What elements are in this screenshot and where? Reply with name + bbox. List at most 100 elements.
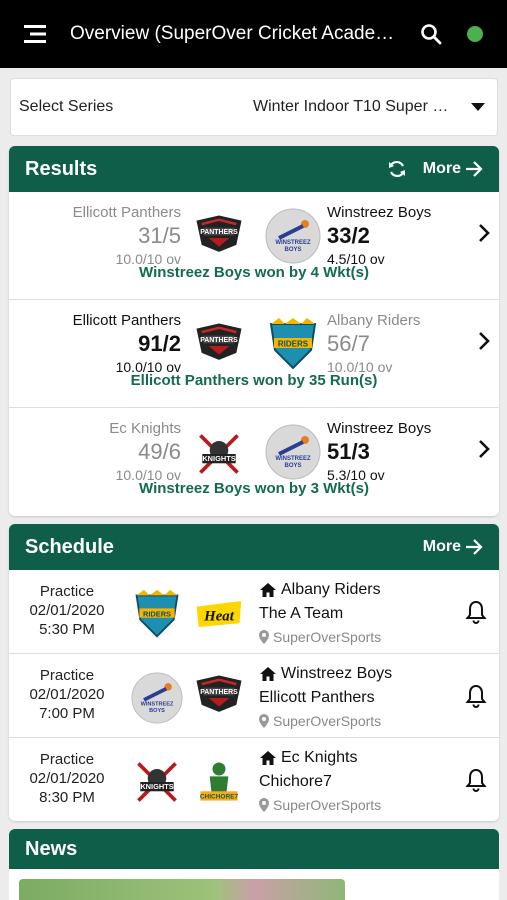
chevron-right-icon[interactable] xyxy=(477,438,491,460)
team2-block: Winstreez Boys 33/2 4.5/10 ov xyxy=(327,204,431,268)
venue: SuperOverSports xyxy=(259,794,381,816)
svg-text:WINSTREEZ: WINSTREEZ xyxy=(275,240,311,246)
home-team-logo: WINSTREEZ BOYS xyxy=(131,672,183,729)
chevron-right-icon[interactable] xyxy=(477,330,491,352)
event-date: 02/01/2020 xyxy=(29,686,105,703)
away-team: The A Team xyxy=(259,602,381,626)
knights-logo: KNIGHTS xyxy=(199,434,239,474)
schedule-teams: Winstreez Boys Ellicott Panthers SuperOv… xyxy=(259,662,392,732)
team2-block: Winstreez Boys 51/3 5.3/10 ov xyxy=(327,420,431,484)
arrow-right-icon[interactable] xyxy=(465,539,483,555)
panthers-logo: PANTHERS xyxy=(196,323,242,360)
schedule-row[interactable]: Practice 02/01/2020 7:00 PM WINSTREEZ BO… xyxy=(9,654,499,738)
bell-icon[interactable] xyxy=(465,600,487,624)
svg-text:BOYS: BOYS xyxy=(149,708,165,714)
search-button[interactable] xyxy=(411,0,451,68)
result-row[interactable]: Ellicott Panthers 91/2 10.0/10 ov PANTHE… xyxy=(9,300,499,408)
schedule-more-link[interactable]: More xyxy=(423,538,461,556)
team1-block: Ellicott Panthers 91/2 10.0/10 ov xyxy=(73,312,181,376)
news-image[interactable] xyxy=(19,879,345,900)
match-result-text: Ellicott Panthers won by 35 Run(s) xyxy=(130,372,378,389)
knights-logo: KNIGHTS xyxy=(137,762,177,802)
event-date: 02/01/2020 xyxy=(29,602,105,619)
event-time: 8:30 PM xyxy=(39,789,95,806)
team2-logo: WINSTREEZ BOYS xyxy=(265,424,321,485)
search-icon xyxy=(421,24,442,45)
venue-name: SuperOverSports xyxy=(273,713,382,729)
away-team-name: Chichore7 xyxy=(259,773,332,790)
dropdown-caret-icon xyxy=(471,103,485,111)
svg-text:KNIGHTS: KNIGHTS xyxy=(140,782,173,791)
schedule-when: Practice 02/01/2020 8:30 PM xyxy=(9,750,125,807)
event-type: Practice xyxy=(39,583,95,600)
away-team-logo: CHICHORE7 xyxy=(193,756,245,813)
venue-name: SuperOverSports xyxy=(273,797,382,813)
home-team-name: Ec Knights xyxy=(281,749,358,766)
schedule-header: Schedule More xyxy=(9,524,499,570)
match-result-text: Winstreez Boys won by 3 Wkt(s) xyxy=(139,480,369,497)
venue-name: SuperOverSports xyxy=(273,629,382,645)
page-title: Overview (SuperOver Cricket Academy) xyxy=(70,23,407,44)
menu-button[interactable] xyxy=(0,0,70,68)
panthers-logo: PANTHERS xyxy=(196,675,242,712)
series-value: Winter Indoor T10 Super League xyxy=(253,98,453,115)
news-card: News xyxy=(9,829,499,900)
result-row[interactable]: Ellicott Panthers 31/5 10.0/10 ov PANTHE… xyxy=(9,192,499,300)
schedule-title: Schedule xyxy=(25,535,114,558)
refresh-icon[interactable] xyxy=(387,159,407,179)
chichore-logo: CHICHORE7 xyxy=(200,762,239,801)
schedule-list: Practice 02/01/2020 5:30 PM RIDERS Heat … xyxy=(9,570,499,821)
svg-text:BOYS: BOYS xyxy=(284,247,301,253)
away-team-logo: PANTHERS xyxy=(193,672,245,719)
team1-logo: PANTHERS xyxy=(193,212,245,259)
team2-name: Winstreez Boys xyxy=(327,420,432,437)
svg-text:BOYS: BOYS xyxy=(284,463,301,469)
venue: SuperOverSports xyxy=(259,626,381,648)
result-row[interactable]: Ec Knights 49/6 10.0/10 ov KNIGHTS WINST… xyxy=(9,408,499,516)
svg-text:KNIGHTS: KNIGHTS xyxy=(202,454,235,463)
team2-score: 33/2 xyxy=(327,223,370,248)
svg-text:PANTHERS: PANTHERS xyxy=(200,689,238,696)
svg-text:WINSTREEZ: WINSTREEZ xyxy=(275,456,311,462)
schedule-when: Practice 02/01/2020 5:30 PM xyxy=(9,582,125,639)
online-status-indicator xyxy=(467,26,483,42)
event-type: Practice xyxy=(39,751,95,768)
team2-logo: RIDERS xyxy=(265,316,321,377)
app-bar: Overview (SuperOver Cricket Academy) xyxy=(0,0,507,68)
team1-score: 31/5 xyxy=(138,223,181,248)
series-selector[interactable]: Select Series Winter Indoor T10 Super Le… xyxy=(10,78,498,136)
team1-logo: KNIGHTS xyxy=(193,428,245,485)
schedule-teams: Albany Riders The A Team SuperOverSports xyxy=(259,578,381,648)
chevron-right-icon[interactable] xyxy=(477,222,491,244)
home-team-name: Albany Riders xyxy=(281,581,381,598)
home-icon xyxy=(259,666,277,682)
home-team-name: Winstreez Boys xyxy=(281,665,393,682)
bell-icon[interactable] xyxy=(465,684,487,708)
riders-logo: RIDERS xyxy=(269,318,317,370)
menu-icon xyxy=(24,25,46,43)
winstreez-logo: WINSTREEZ BOYS xyxy=(265,424,321,480)
event-time: 7:00 PM xyxy=(39,705,95,722)
results-title: Results xyxy=(25,157,98,180)
results-more-link[interactable]: More xyxy=(423,160,461,178)
arrow-right-icon[interactable] xyxy=(465,161,483,177)
schedule-row[interactable]: Practice 02/01/2020 8:30 PM KNIGHTS CHIC… xyxy=(9,738,499,821)
winstreez-logo: WINSTREEZ BOYS xyxy=(131,672,183,724)
team1-block: Ellicott Panthers 31/5 10.0/10 ov xyxy=(73,204,181,268)
svg-text:RIDERS: RIDERS xyxy=(278,340,309,349)
location-pin-icon xyxy=(259,714,269,728)
home-team-logo: KNIGHTS xyxy=(131,756,183,813)
bell-icon[interactable] xyxy=(465,768,487,792)
team2-name: Albany Riders xyxy=(327,312,421,329)
event-date: 02/01/2020 xyxy=(29,770,105,787)
match-result-text: Winstreez Boys won by 4 Wkt(s) xyxy=(139,264,369,281)
home-team: Albany Riders xyxy=(259,578,381,602)
svg-text:PANTHERS: PANTHERS xyxy=(200,337,238,344)
location-pin-icon xyxy=(259,630,269,644)
news-header: News xyxy=(9,829,499,869)
svg-text:CHICHORE7: CHICHORE7 xyxy=(200,794,239,801)
svg-text:PANTHERS: PANTHERS xyxy=(200,229,238,236)
team1-name: Ellicott Panthers xyxy=(72,312,181,329)
schedule-row[interactable]: Practice 02/01/2020 5:30 PM RIDERS Heat … xyxy=(9,570,499,654)
venue: SuperOverSports xyxy=(259,710,392,732)
